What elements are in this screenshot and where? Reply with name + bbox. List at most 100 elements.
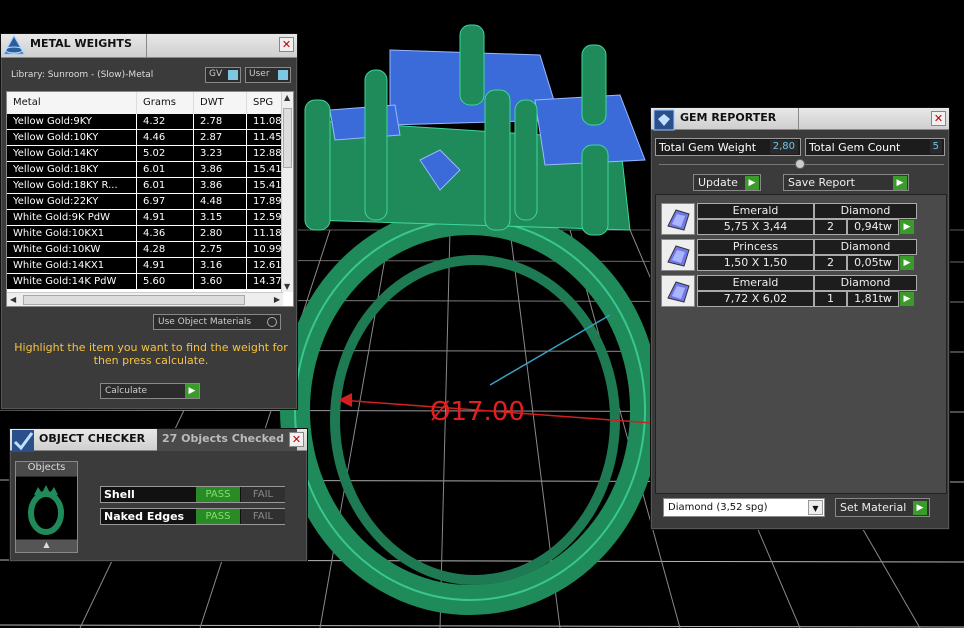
col-dwt[interactable]: DWT	[194, 92, 247, 114]
gem-size: 1,50 X 1,50	[697, 255, 814, 271]
splitter-handle[interactable]	[795, 159, 805, 169]
update-label: Update	[698, 176, 738, 189]
gem-reporter-title: GEM REPORTER	[680, 111, 777, 124]
gem-reporter-close-button[interactable]: ✕	[931, 111, 946, 126]
fail-badge[interactable]: FAIL	[241, 487, 285, 502]
gem-reporter-titlebar[interactable]: GEM REPORTER ✕	[651, 108, 949, 131]
metal-weights-panel: METAL WEIGHTS ✕ Library: Sunroom - (Slow…	[0, 33, 298, 410]
table-row[interactable]: White Gold:10KW 4.28 2.75 10.99	[7, 242, 293, 258]
table-cell: White Gold:9K PdW	[7, 210, 137, 225]
gem-size: 5,75 X 3,44	[697, 219, 814, 235]
gem-material: Diamond	[814, 239, 917, 255]
table-cell: White Gold:10KX1	[7, 226, 137, 241]
gem-weight: 1,81tw	[847, 291, 899, 307]
play-arrow-icon[interactable]: ▶	[900, 292, 914, 306]
object-checker-panel: OBJECT CHECKER 27 Objects Checked ✕ Obje…	[9, 428, 308, 562]
metal-weights-close-button[interactable]: ✕	[279, 37, 294, 52]
total-gem-weight: Total Gem Weight 2,80	[655, 138, 801, 156]
table-cell: White Gold:10KW	[7, 242, 137, 257]
col-spg[interactable]: SPG	[247, 92, 285, 114]
table-row[interactable]: White Gold:14K PdW 5.60 3.60 14.37	[7, 274, 293, 290]
ring-thumbnail-icon	[16, 477, 77, 539]
diameter-label: Ø17.00	[430, 397, 525, 427]
table-row[interactable]: White Gold:10KX1 4.36 2.80 11.18	[7, 226, 293, 242]
table-cell: 11.18	[247, 226, 285, 241]
gem-cut: Emerald	[697, 275, 814, 291]
table-cell: 2.80	[194, 226, 247, 241]
object-checker-close-button[interactable]: ✕	[289, 432, 304, 447]
user-label: User	[249, 69, 270, 79]
object-checker-titlebar[interactable]: OBJECT CHECKER 27 Objects Checked ✕	[10, 429, 307, 452]
table-row[interactable]: Yellow Gold:14KY 5.02 3.23 12.88	[7, 146, 293, 162]
use-object-materials-option[interactable]: Use Object Materials	[153, 314, 281, 330]
pass-badge[interactable]: PASS	[196, 487, 240, 502]
instruction-text: Highlight the item you want to find the …	[14, 341, 288, 367]
table-cell: 3.23	[194, 146, 247, 161]
table-row[interactable]: White Gold:9K PdW 4.91 3.15 12.59	[7, 210, 293, 226]
total-gem-weight-value: 2,80	[769, 140, 798, 154]
table-cell: 3.60	[194, 274, 247, 289]
gem-weight: 0,94tw	[847, 219, 899, 235]
metal-weights-titlebar[interactable]: METAL WEIGHTS ✕	[1, 34, 297, 58]
gem-report-icon	[653, 109, 675, 131]
gem-row[interactable]: Princess 1,50 X 1,50 Diamond 2 0,05tw ▶	[661, 239, 921, 271]
gem-list[interactable]: Emerald 5,75 X 3,44 Diamond 2 0,94tw ▶ Princes…	[655, 194, 947, 494]
table-cell: 5.02	[137, 146, 194, 161]
total-gem-count-label: Total Gem Count	[809, 141, 901, 154]
table-cell: 15.41	[247, 162, 285, 177]
table-cell: 4.91	[137, 210, 194, 225]
gv-toggle[interactable]: GV	[205, 67, 241, 83]
table-row[interactable]: Yellow Gold:18KY 6.01 3.86 15.41	[7, 162, 293, 178]
total-gem-count: Total Gem Count 5	[805, 138, 945, 156]
gem-material: Diamond	[814, 275, 917, 291]
calculate-button[interactable]: Calculate ▶	[100, 383, 200, 399]
gem-qty: 2	[814, 255, 847, 271]
library-label: Library: Sunroom - (Slow)-Metal	[11, 70, 154, 80]
pass-badge[interactable]: PASS	[196, 509, 240, 524]
table-row[interactable]: Yellow Gold:9KY 4.32 2.78 11.08	[7, 114, 293, 130]
table-cell: 17.89	[247, 194, 285, 209]
table-cell: Yellow Gold:22KY	[7, 194, 137, 209]
chevron-down-icon: ▼	[808, 500, 823, 515]
play-arrow-icon: ▶	[913, 501, 927, 515]
table-row[interactable]: Yellow Gold:10KY 4.46 2.87 11.45	[7, 130, 293, 146]
gem-weight: 0,05tw	[847, 255, 899, 271]
table-cell: Yellow Gold:9KY	[7, 114, 137, 129]
material-select[interactable]: Diamond (3,52 spg) ▼	[663, 498, 825, 517]
table-cell: 2.87	[194, 130, 247, 145]
table-row[interactable]: White Gold:14KX1 4.91 3.16 12.61	[7, 258, 293, 274]
material-select-value: Diamond (3,52 spg)	[668, 502, 768, 513]
use-object-materials-label: Use Object Materials	[158, 317, 252, 327]
col-grams[interactable]: Grams	[137, 92, 194, 114]
metal-table-vscroll[interactable]: ▲ ▼	[281, 92, 293, 292]
set-material-button[interactable]: Set Material ▶	[835, 498, 930, 517]
objects-label: Objects	[16, 462, 77, 476]
gv-label: GV	[209, 69, 223, 79]
table-row[interactable]: Yellow Gold:22KY 6.97 4.48 17.89	[7, 194, 293, 210]
gem-row[interactable]: Emerald 7,72 X 6,02 Diamond 1 1,81tw ▶	[661, 275, 921, 307]
play-arrow-icon[interactable]: ▶	[900, 220, 914, 234]
play-arrow-icon[interactable]: ▶	[900, 256, 914, 270]
update-button[interactable]: Update ▶	[693, 174, 761, 191]
check-name: Shell	[104, 488, 135, 501]
total-gem-count-value: 5	[929, 140, 942, 154]
checkmark-icon	[12, 430, 34, 452]
table-cell: 12.59	[247, 210, 285, 225]
play-arrow-icon: ▶	[893, 176, 907, 190]
table-cell: 4.46	[137, 130, 194, 145]
col-metal[interactable]: Metal	[7, 92, 137, 114]
expand-arrow-icon[interactable]: ▲	[16, 540, 77, 552]
table-row[interactable]: Yellow Gold:18KY R... 6.01 3.86 15.41	[7, 178, 293, 194]
metal-table-hscroll[interactable]: ◀ ▶	[7, 292, 283, 306]
user-toggle[interactable]: User	[245, 67, 291, 83]
save-report-button[interactable]: Save Report ▶	[783, 174, 909, 191]
metal-table[interactable]: Metal Grams DWT SPG Yellow Gold:9KY 4.32 2…	[6, 91, 294, 307]
gem-icon	[661, 239, 695, 271]
gem-row[interactable]: Emerald 5,75 X 3,44 Diamond 2 0,94tw ▶	[661, 203, 921, 235]
table-cell: White Gold:14K PdW	[7, 274, 137, 289]
objects-thumbnail-box[interactable]: Objects ▲	[15, 461, 78, 553]
table-cell: 4.91	[137, 258, 194, 273]
fail-badge[interactable]: FAIL	[241, 509, 285, 524]
save-report-label: Save Report	[788, 176, 855, 189]
gem-qty: 1	[814, 291, 847, 307]
